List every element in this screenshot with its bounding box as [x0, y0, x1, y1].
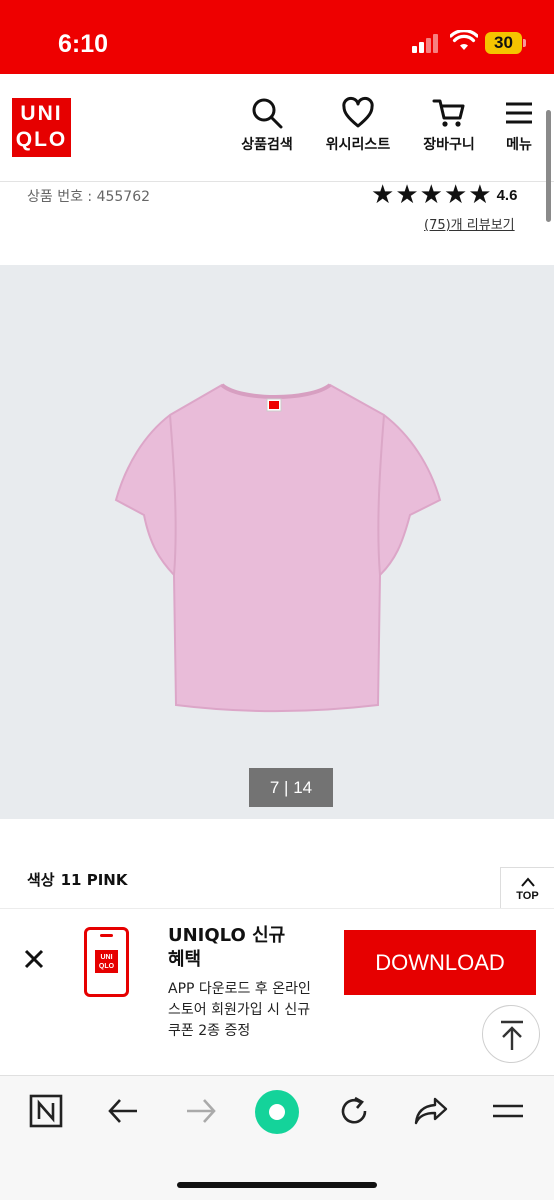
scroll-up-button[interactable]: [482, 1005, 540, 1063]
rating-stars[interactable]: ★ ★ ★ ★ ★ 4.6: [371, 182, 517, 208]
banner-description: APP 다운로드 후 온라인 스토어 회원가입 시 신규 쿠폰 2종 증정: [168, 981, 311, 1039]
logo-text-top: UNI: [20, 102, 63, 125]
nav-wishlist-label: 위시리스트: [325, 137, 391, 153]
app-download-banner: UNI QLO UNIQLO 신규 혜택 APP 다운로드 후 온라인 스토어 …: [0, 908, 554, 1075]
nav-search-label: 상품검색: [241, 137, 293, 153]
review-link[interactable]: (75)개 리뷰보기: [424, 214, 515, 233]
status-bar: 6:10 30: [0, 0, 554, 74]
download-button[interactable]: DOWNLOAD: [344, 930, 536, 995]
menu-icon: [506, 102, 532, 124]
nav-search[interactable]: 상품검색: [236, 96, 298, 154]
wifi-icon: [450, 30, 478, 50]
heart-icon: [342, 96, 374, 128]
back-arrow-icon[interactable]: [106, 1094, 140, 1128]
color-value: 11 PINK: [60, 871, 128, 889]
nav-menu[interactable]: 메뉴: [500, 96, 538, 154]
signal-icon: [412, 33, 442, 53]
arrow-up-icon: [501, 1020, 523, 1050]
star-icon: ★: [443, 180, 468, 210]
scrollbar[interactable]: [546, 110, 551, 222]
logo-text-bottom: QLO: [15, 128, 68, 151]
forward-arrow-icon[interactable]: [184, 1094, 218, 1128]
star-icon: ★: [395, 180, 419, 210]
product-number: 상품 번호 : 455762: [27, 189, 151, 205]
app-logo-text-bottom: QLO: [98, 963, 115, 970]
scroll-top-button[interactable]: TOP: [500, 867, 554, 911]
uniqlo-logo[interactable]: UNI QLO: [12, 98, 71, 157]
site-header: UNI QLO 상품검색 위시리스트 장바구니 메뉴: [0, 74, 554, 182]
color-info: 색상 11 PINK: [27, 869, 133, 890]
share-icon[interactable]: [413, 1094, 449, 1128]
chevron-up-icon: [520, 877, 535, 887]
star-icon: ★: [468, 180, 492, 210]
rating-value: 4.6: [496, 186, 518, 204]
top-label: TOP: [516, 890, 539, 902]
nav-wishlist[interactable]: 위시리스트: [318, 96, 398, 154]
nav-cart-label: 장바구니: [423, 137, 475, 153]
hamburger-icon[interactable]: [490, 1094, 526, 1128]
battery-icon: 30: [485, 32, 527, 54]
color-label: 색상: [27, 871, 55, 889]
browser-toolbar: [0, 1075, 554, 1200]
cart-icon: [432, 99, 465, 127]
naver-icon[interactable]: [29, 1094, 63, 1128]
product-image-tshirt: [114, 383, 442, 712]
battery-level: 30: [494, 33, 513, 52]
star-icon: ★: [419, 180, 443, 210]
product-image-carousel[interactable]: 7 | 14: [0, 265, 554, 819]
app-logo-text-top: UNI: [100, 954, 113, 961]
refresh-icon[interactable]: [337, 1094, 371, 1128]
star-icon: ★: [371, 180, 395, 210]
nav-menu-label: 메뉴: [506, 137, 532, 153]
status-time: 6:10: [58, 30, 109, 58]
search-icon: [252, 98, 283, 129]
green-dot-icon[interactable]: [254, 1089, 300, 1135]
banner-title: UNIQLO 신규 혜택: [168, 925, 286, 970]
close-icon[interactable]: [22, 947, 46, 971]
nav-cart[interactable]: 장바구니: [416, 96, 482, 154]
home-indicator: [177, 1182, 377, 1188]
image-counter: 7 | 14: [249, 768, 333, 807]
app-logo-icon: UNI QLO: [95, 950, 118, 973]
app-phone-icon: UNI QLO: [84, 927, 129, 997]
